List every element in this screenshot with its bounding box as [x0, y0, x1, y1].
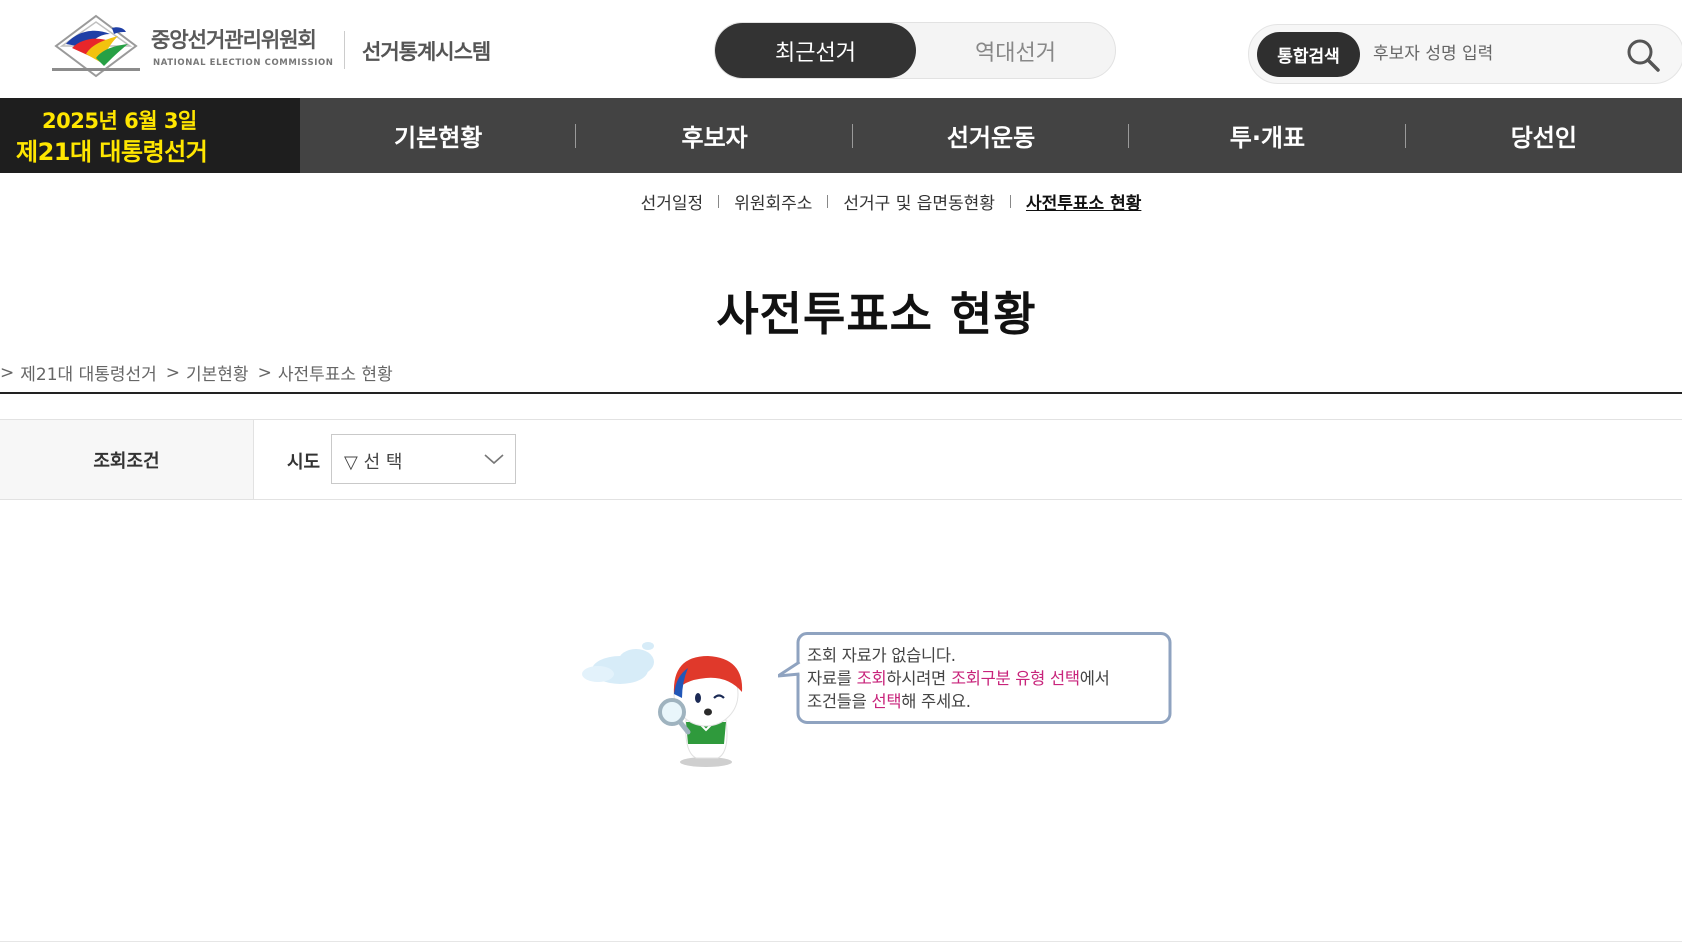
nav-item-label: 투·개표	[1229, 124, 1306, 152]
empty-message-line2: 자료를 조회하시려면 조회구분 유형 선택에서	[807, 669, 1110, 688]
search-conditions: 조회조건 시도 ▽ 선 택	[0, 419, 1682, 500]
election-badge[interactable]: 2025년 6월 3일 제21대 대통령선거	[0, 98, 300, 173]
subnav-separator	[1009, 194, 1011, 208]
election-name: 제21대 대통령선거	[16, 138, 208, 166]
subnav-item-early-voting-stations[interactable]: 사전투표소 현황	[1026, 189, 1141, 214]
nav-item-label: 선거운동	[946, 124, 1036, 152]
nav-item-label: 당선인	[1510, 124, 1577, 152]
subnav-item-committee-address[interactable]: 위원회주소	[734, 189, 812, 214]
content-bottom-divider	[0, 941, 1682, 942]
empty-message-line3: 조건들을 선택해 주세요.	[807, 692, 971, 711]
empty-state: 조회 자료가 없습니다. 자료를 조회하시려면 조회구분 유형 선택에서 조건들…	[578, 632, 1178, 772]
nav-menu: 기본현황 후보자 선거운동 투·개표 당선인	[300, 98, 1682, 173]
nav-item-voting-counting[interactable]: 투·개표	[1129, 98, 1406, 173]
recent-election-button[interactable]: 최근선거	[715, 23, 916, 78]
site-header: 중앙선거관리위원회 NATIONAL ELECTION COMMISSION 선…	[0, 0, 1682, 98]
nav-item-campaign[interactable]: 선거운동	[853, 98, 1130, 173]
breadcrumb-separator: >	[0, 362, 15, 383]
search-type-badge: 통합검색	[1257, 32, 1360, 77]
past-election-button[interactable]: 역대선거	[916, 23, 1115, 78]
site-logo[interactable]: 중앙선거관리위원회 NATIONAL ELECTION COMMISSION 선…	[52, 14, 512, 80]
nav-item-candidates[interactable]: 후보자	[576, 98, 853, 173]
org-name: 중앙선거관리위원회	[151, 28, 317, 52]
breadcrumb-item[interactable]: 제21대 대통령선거	[20, 360, 157, 385]
election-period-toggle: 최근선거 역대선거	[714, 22, 1116, 79]
subnav-item-districts[interactable]: 선거구 및 읍면동현황	[843, 189, 995, 214]
main-nav: 2025년 6월 3일 제21대 대통령선거 기본현황 후보자 선거운동 투·개…	[0, 98, 1682, 173]
page-title: 사전투표소 현황	[716, 287, 1037, 341]
org-name-en: NATIONAL ELECTION COMMISSION	[153, 58, 334, 68]
breadcrumb-separator: >	[257, 362, 272, 383]
sido-select[interactable]: ▽ 선 택	[331, 434, 516, 484]
logo-divider	[344, 31, 345, 69]
breadcrumb: > 제21대 대통령선거 > 기본현황 > 사전투표소 현황	[0, 360, 402, 386]
search-icon[interactable]	[1623, 35, 1663, 75]
breadcrumb-separator: >	[165, 362, 181, 383]
integrated-search: 통합검색	[1248, 24, 1682, 84]
sido-select-value: ▽ 선 택	[344, 452, 403, 473]
breadcrumb-item-current: 사전투표소 현황	[277, 365, 393, 385]
conditions-label: 조회조건	[0, 420, 254, 499]
breadcrumb-item[interactable]: 기본현황	[186, 360, 249, 385]
sido-label: 시도	[287, 452, 321, 473]
subnav-separator	[827, 194, 829, 208]
candidate-search-input[interactable]	[1373, 37, 1613, 71]
nec-logo-icon	[52, 14, 140, 78]
mascot-illustration	[582, 642, 743, 767]
election-date: 2025년 6월 3일	[42, 109, 197, 133]
sub-nav: 선거일정 위원회주소 선거구 및 읍면동현황 사전투표소 현황	[0, 186, 1682, 216]
empty-message-line1: 조회 자료가 없습니다.	[807, 646, 956, 665]
title-divider	[0, 392, 1682, 394]
nav-item-label: 기본현황	[394, 124, 483, 152]
subnav-separator	[718, 194, 720, 208]
subnav-item-schedule[interactable]: 선거일정	[641, 189, 704, 214]
empty-message: 조회 자료가 없습니다. 자료를 조회하시려면 조회구분 유형 선택에서 조건들…	[807, 644, 1110, 713]
chevron-down-icon	[484, 454, 504, 465]
system-name: 선거통계시스템	[362, 40, 491, 64]
nav-item-basic-status[interactable]: 기본현황	[300, 98, 577, 173]
nav-item-label: 후보자	[681, 124, 748, 152]
nav-item-winners[interactable]: 당선인	[1406, 98, 1682, 173]
